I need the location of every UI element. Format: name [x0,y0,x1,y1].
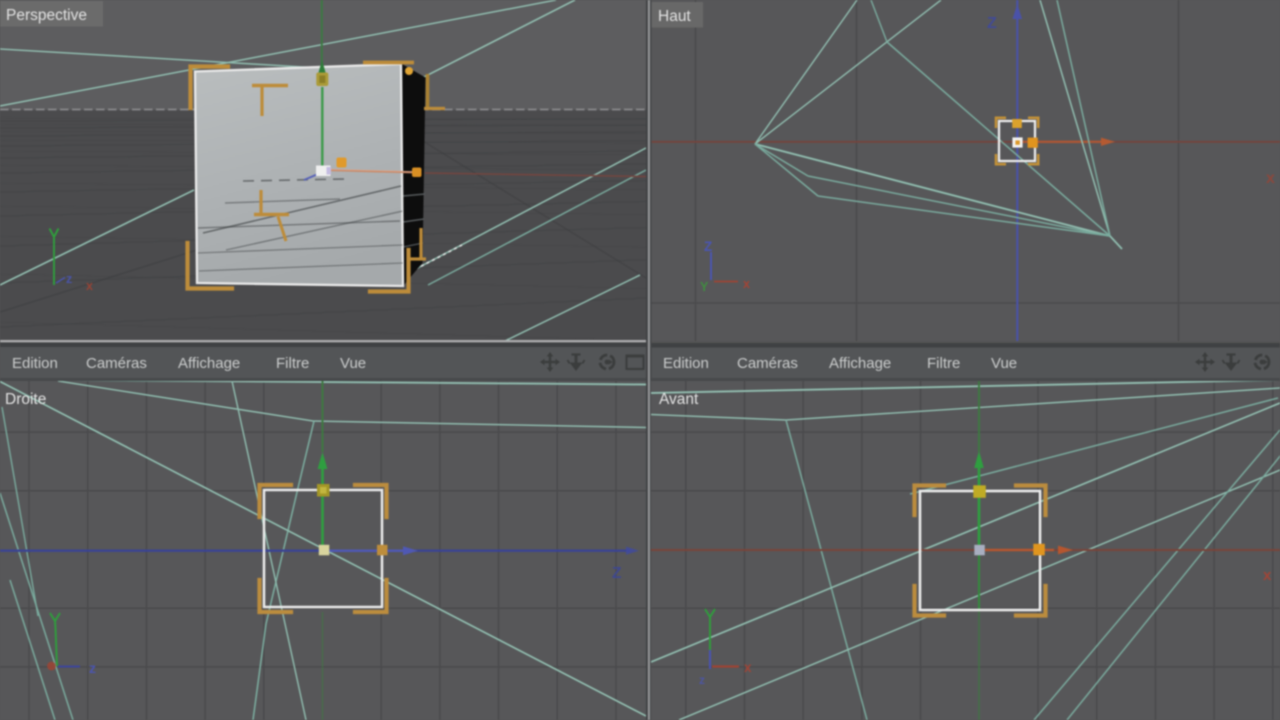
svg-text:Haut: Haut [658,8,691,25]
svg-text:Z: Z [987,15,997,32]
svg-text:Caméras: Caméras [86,355,147,372]
svg-text:Caméras: Caméras [737,355,798,372]
svg-text:Affichage: Affichage [178,355,240,372]
svg-text:z: z [66,272,72,286]
svg-text:Edition: Edition [663,355,709,372]
svg-text:Perspective: Perspective [6,7,87,24]
svg-text:Z: Z [612,565,622,582]
svg-text:Y: Y [700,280,709,294]
svg-text:Vue: Vue [340,355,366,372]
svg-text:z: z [699,673,705,687]
svg-text:x: x [744,660,752,675]
svg-text:Avant: Avant [659,391,699,408]
svg-text:Z: Z [704,239,712,254]
svg-text:Droite: Droite [5,391,46,408]
svg-text:x: x [86,279,93,293]
svg-text:z: z [89,660,96,676]
svg-text:x: x [743,277,750,291]
svg-text:Affichage: Affichage [829,355,891,372]
svg-text:x: x [1263,567,1272,584]
svg-text:x: x [1266,170,1275,187]
svg-text:Filtre: Filtre [927,355,960,372]
svg-text:Filtre: Filtre [276,355,309,372]
svg-text:Edition: Edition [12,355,58,372]
svg-text:Vue: Vue [991,355,1017,372]
